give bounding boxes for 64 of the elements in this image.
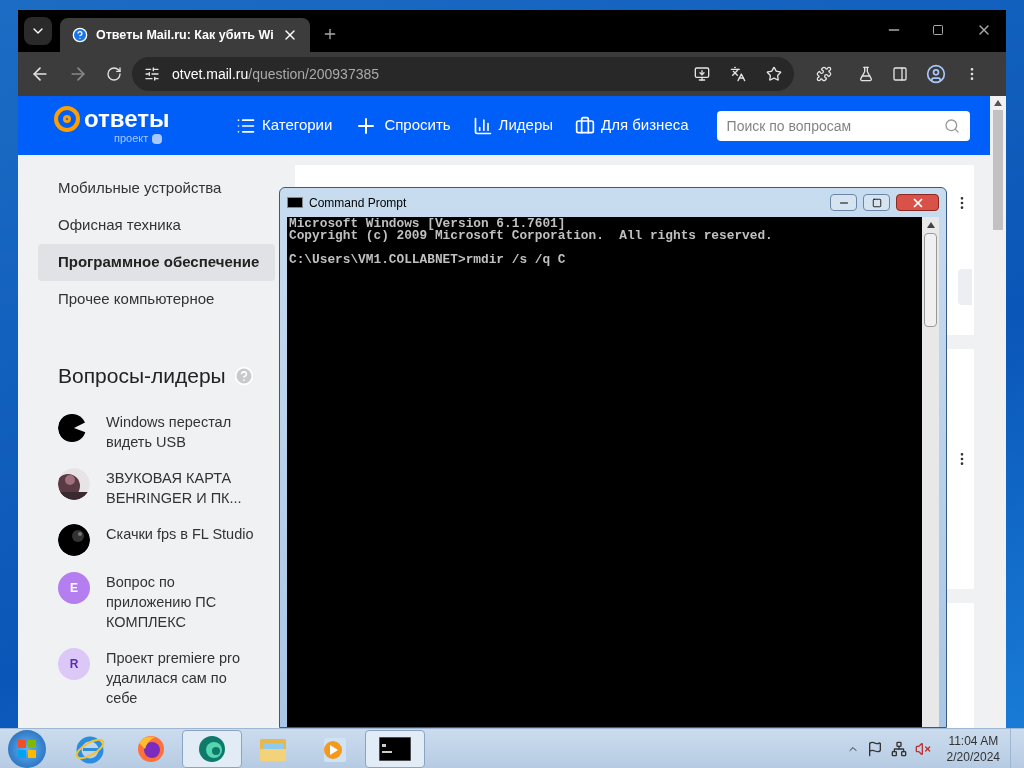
question-icon — [72, 27, 88, 43]
nav-link[interactable]: Спросить — [354, 113, 451, 138]
scroll-thumb[interactable] — [993, 110, 1003, 230]
profile-icon[interactable] — [926, 64, 946, 84]
address-bar[interactable]: otvet.mail.ru/question/200937385 — [132, 57, 794, 91]
bookmark-icon[interactable] — [766, 66, 782, 82]
maximize-icon — [871, 197, 882, 208]
close-button[interactable] — [896, 194, 939, 211]
install-icon[interactable] — [694, 66, 710, 82]
clock-time: 11:04 AM — [948, 732, 999, 749]
console-icon — [287, 197, 303, 208]
site-info-icon — [144, 66, 160, 82]
nav-link[interactable]: Для бизнеса — [575, 114, 689, 137]
logo-subtitle: проект — [114, 131, 149, 146]
volume-muted-icon[interactable] — [914, 740, 931, 757]
briefcase-icon — [575, 115, 596, 136]
flag-icon[interactable] — [866, 740, 883, 757]
scroll-up-icon[interactable] — [926, 222, 935, 228]
clock-date: 2/20/2024 — [946, 748, 1000, 765]
url-text: otvet.mail.ru/question/200937385 — [172, 64, 381, 84]
question-link[interactable]: Windows перестал видеть USB — [106, 411, 256, 452]
tab-title: Ответы Mail.ru: Как убить Wi — [96, 26, 274, 44]
window-title: Command Prompt — [309, 194, 407, 212]
question-link[interactable]: Вопрос по приложению ПС КОМПЛЕКС — [106, 571, 256, 632]
maximize-icon[interactable] — [932, 24, 944, 36]
scroll-thumb[interactable] — [924, 233, 937, 327]
minimize-button[interactable] — [830, 194, 857, 211]
question-link[interactable]: ЗВУКОВАЯ КАРТА BEHRINGER И ПК... — [106, 467, 256, 508]
help-icon — [233, 365, 254, 386]
avatar: R — [58, 647, 90, 680]
network-icon[interactable] — [890, 740, 907, 757]
search-icon — [943, 117, 960, 134]
side-panel-icon[interactable] — [892, 66, 908, 82]
category-item[interactable]: Мобильные устройства — [38, 170, 275, 207]
console-line: Copyright (c) 2009 Microsoft Corporation. All rights reserved. — [289, 230, 774, 242]
avatar: E — [58, 571, 90, 604]
at-sign-icon — [54, 105, 80, 132]
new-tab-icon[interactable] — [322, 26, 338, 42]
extensions-icon[interactable] — [816, 66, 832, 82]
browser-tab[interactable]: Ответы Mail.ru: Как убить Wi — [60, 18, 310, 52]
translate-icon[interactable] — [730, 66, 746, 82]
question-link[interactable]: Скачки fps в FL Studio — [106, 523, 256, 544]
category-item[interactable]: Офисная техника — [38, 207, 275, 244]
maximize-button[interactable] — [863, 194, 890, 211]
reload-icon[interactable] — [106, 66, 122, 82]
console-line: C:\Users\VM1.COLLABNET>rmdir /s /q C — [289, 254, 567, 266]
console-line: Microsoft Windows [Version 6.1.7601] — [289, 218, 566, 230]
taskbar-button[interactable] — [365, 729, 425, 768]
question-link[interactable]: Проект premiere pro удалилася сам по себе — [106, 647, 256, 708]
tab-list-button[interactable] — [24, 17, 52, 45]
section-title: Вопросы-лидеры — [58, 363, 226, 389]
start-button[interactable] — [8, 729, 46, 768]
bar-chart-icon — [472, 115, 493, 136]
category-item[interactable]: Программное обеспечение — [38, 244, 275, 281]
vk-icon — [152, 133, 163, 144]
flask-icon[interactable] — [858, 66, 874, 82]
nav-link[interactable]: Категории — [236, 114, 333, 137]
windows-logo-icon — [17, 738, 37, 759]
console-icon — [379, 736, 411, 761]
site-logo: ответы — [84, 106, 170, 131]
search-field[interactable]: Поиск по вопросам — [716, 110, 970, 141]
category-item[interactable]: Прочее компьютерное — [38, 281, 275, 318]
nav-link[interactable]: Лидеры — [472, 114, 554, 137]
scroll-up-icon[interactable] — [994, 100, 1002, 106]
